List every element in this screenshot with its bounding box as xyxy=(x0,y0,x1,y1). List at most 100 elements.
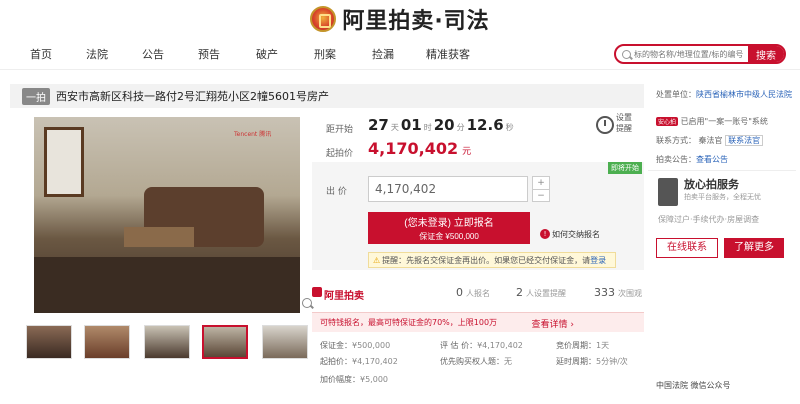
stats-row: 阿里拍卖 0 人报名 2 人设置提醒 333 次围观 xyxy=(312,280,644,308)
reminder-count-value: 2 xyxy=(516,286,523,299)
priority-label: 优先购买权人题： xyxy=(440,357,504,366)
notice-row: 拍卖公告：查看公告 xyxy=(656,154,728,165)
bottom-watermark: 中国法院 微信公众号 xyxy=(654,376,794,394)
thumbnail[interactable] xyxy=(84,325,130,359)
main-property-image[interactable]: Tencent 腾讯 xyxy=(34,117,300,313)
site-brand-text: 阿里拍卖·司法 xyxy=(342,9,490,34)
extend-info: 延时周期：5分钟/次 xyxy=(556,356,628,367)
set-reminder-link[interactable]: 设置提醒 xyxy=(616,112,636,134)
countdown-hours: 01 xyxy=(400,116,422,134)
view-count-value: 333 xyxy=(594,286,615,299)
nav-item-preview[interactable]: 预告 xyxy=(198,46,220,62)
disposal-unit-label: 处置单位： xyxy=(656,90,696,99)
nav-item-criminal[interactable]: 刑案 xyxy=(314,46,336,62)
deposit-label: 保证金： xyxy=(320,341,352,350)
contact-name: 秦法官 xyxy=(698,136,723,145)
increase-bid-button[interactable]: + xyxy=(533,177,549,189)
safe-auction-badge: 安心拍 xyxy=(656,117,679,126)
start-price-unit: 元 xyxy=(462,147,472,157)
image-watermark: Tencent 腾讯 xyxy=(234,131,272,138)
service-subtitle: 拍卖平台服务，全程无忧 xyxy=(684,193,761,201)
loan-tip-row: 可特钱报名，最高可特保证金的70%，上限100万 查看详情 › xyxy=(312,312,644,332)
auction-round-tag: 一拍 xyxy=(22,87,50,105)
valuation-label: 评 估 价： xyxy=(440,341,478,350)
sidebar-divider xyxy=(648,170,796,171)
header: 阿里拍卖·司法 xyxy=(0,0,800,38)
view-details-link[interactable]: 查看详情 › xyxy=(532,317,574,330)
disposal-unit-link[interactable]: 陕西省榆林市中级人民法院 xyxy=(696,90,792,99)
safe-auction-text: 已启用"一案一账号"系统 xyxy=(680,117,768,126)
signup-button[interactable]: (您未登录) 立即报名 保证金 ¥500,000 xyxy=(368,212,530,244)
decrease-bid-button[interactable]: − xyxy=(533,189,549,201)
priority-info: 优先购买权人题：无 xyxy=(440,356,512,367)
notice-text: 提醒：先报名交保证金再出价。如果您已经交付保证金，请 xyxy=(382,255,591,265)
stats-brand: 阿里拍卖 xyxy=(324,291,364,302)
ali-auction-icon xyxy=(312,287,322,297)
bid-amount-input[interactable] xyxy=(368,176,528,202)
nav-item-bankruptcy[interactable]: 破产 xyxy=(256,46,278,62)
nav-item-announcement[interactable]: 公告 xyxy=(142,46,164,62)
signup-count-value: 0 xyxy=(456,286,463,299)
alarm-clock-icon[interactable] xyxy=(596,116,614,134)
loan-tip-text: 可特钱报名，最高可特保证金的70%，上限100万 xyxy=(320,318,498,327)
online-contact-button[interactable]: 在线联系 xyxy=(656,238,718,258)
countdown-seconds: 12.6 xyxy=(466,116,504,134)
login-notice: ⚠ 提醒：先报名交保证金再出价。如果您已经交付保证金，请 登录 xyxy=(368,252,616,268)
start-info-value: ¥4,170,402 xyxy=(352,357,398,366)
priority-value: 无 xyxy=(504,357,512,366)
contact-label: 联系方式： xyxy=(656,136,696,145)
deposit-info: 保证金：¥500,000 xyxy=(320,340,390,351)
countdown-minutes: 20 xyxy=(433,116,455,134)
start-info-label: 起拍价： xyxy=(320,357,352,366)
safe-auction-row: 安心拍 已启用"一案一账号"系统 xyxy=(656,116,768,127)
thumbnail-active[interactable] xyxy=(202,325,248,359)
contact-judge-button[interactable]: 联系法官 xyxy=(725,135,764,146)
reminder-count-label: 人设置提醒 xyxy=(526,289,566,298)
countdown-days: 27 xyxy=(368,116,389,134)
search-icon xyxy=(622,49,631,59)
thumbnail[interactable] xyxy=(26,325,72,359)
image-window-detail xyxy=(44,127,84,197)
site-logo[interactable]: 阿里拍卖·司法 xyxy=(310,3,489,35)
increment-value: ¥5,000 xyxy=(360,375,388,384)
search-button[interactable]: 搜索 xyxy=(748,46,784,62)
nav-item-home[interactable]: 首页 xyxy=(30,46,52,62)
disposal-unit: 处置单位：陕西省榆林市中级人民法院 xyxy=(656,88,792,101)
countdown: 27 天 01 时 20 分 12.6 秒 xyxy=(368,116,514,134)
thumbnail[interactable] xyxy=(262,325,308,359)
signup-button-label: (您未登录) 立即报名 xyxy=(404,217,494,229)
nav-item-court[interactable]: 法院 xyxy=(86,46,108,62)
signup-count-label: 人报名 xyxy=(466,289,490,298)
extend-label: 延时周期： xyxy=(556,357,596,366)
extend-value: 5分钟/次 xyxy=(596,357,628,366)
image-table-detail xyxy=(124,227,194,247)
countdown-minutes-unit: 分 xyxy=(456,123,465,132)
valuation-value: ¥4,170,402 xyxy=(477,341,523,350)
cycle-value: 1天 xyxy=(596,341,610,350)
how-to-pay-link[interactable]: 如何交纳报名 xyxy=(552,229,600,240)
login-link[interactable]: 登录 xyxy=(590,255,606,266)
countdown-seconds-unit: 秒 xyxy=(505,123,514,132)
thumbnail-strip xyxy=(26,325,316,361)
search-box: 搜索 xyxy=(614,44,786,64)
help-icon[interactable]: ! xyxy=(540,229,550,239)
signup-deposit-label: 保证金 ¥500,000 xyxy=(419,231,479,241)
thumbnail[interactable] xyxy=(144,325,190,359)
building-icon xyxy=(658,178,678,206)
service-tags: 保障过户·手续代办·房屋调查 xyxy=(658,215,760,224)
listing-title-bar: 一拍 西安市高新区科技一路付2号汇翔苑小区2幢5601号房产 xyxy=(10,84,644,108)
deposit-value: ¥500,000 xyxy=(352,341,391,350)
nav-item-customers[interactable]: 精准获客 xyxy=(426,46,470,62)
service-title: 放心拍服务 xyxy=(684,178,739,191)
bid-stepper: + − xyxy=(532,176,550,202)
status-badge: 即将开始 xyxy=(608,162,642,174)
image-floor-detail xyxy=(34,257,300,313)
nav-item-bargain[interactable]: 捡漏 xyxy=(372,46,394,62)
zoom-icon[interactable] xyxy=(302,298,312,308)
start-price: 4,170,402 元 xyxy=(368,139,471,158)
warning-icon: ⚠ xyxy=(373,255,381,265)
search-input[interactable] xyxy=(634,49,744,59)
learn-more-button[interactable]: 了解更多 xyxy=(724,238,784,258)
view-notice-link[interactable]: 查看公告 xyxy=(696,155,728,164)
increment-label: 加价幅度： xyxy=(320,375,360,384)
